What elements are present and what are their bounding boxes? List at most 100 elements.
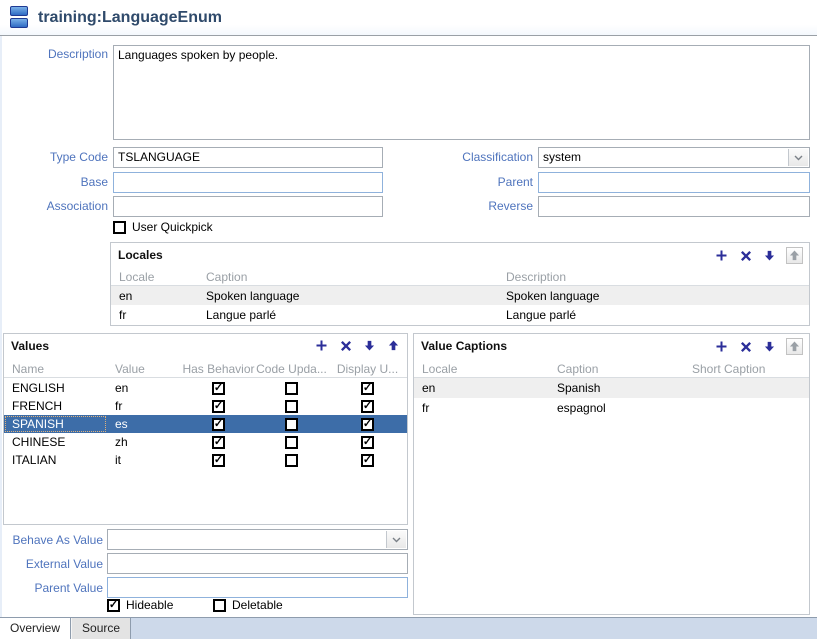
page-title: training:LanguageEnum (38, 9, 222, 27)
cell: Langue parlé (198, 305, 498, 324)
checkbox[interactable]: ✓ (361, 436, 374, 449)
checkbox[interactable]: ✓ (212, 382, 225, 395)
delete-icon[interactable] (738, 339, 753, 354)
add-icon[interactable] (714, 248, 729, 263)
move-down-icon[interactable] (362, 338, 377, 353)
checkbox[interactable]: ✓ (361, 382, 374, 395)
description-label: Description (0, 47, 108, 61)
checkbox-cell (255, 397, 328, 415)
locales-header-row: Locale Caption Description (111, 269, 809, 286)
hideable-label: Hideable (126, 598, 173, 612)
external-value-input[interactable] (107, 553, 408, 574)
checkbox[interactable]: ✓ (212, 400, 225, 413)
column-header[interactable]: Has Behavior (182, 361, 255, 377)
cell: Spanish (549, 378, 684, 398)
chevron-down-icon[interactable] (386, 531, 406, 548)
value-code-cell: zh (107, 433, 182, 451)
parent-value-input[interactable] (107, 577, 408, 598)
type-code-input[interactable]: TSLANGUAGE (113, 147, 383, 168)
delete-icon[interactable] (338, 338, 353, 353)
checkbox-cell: ✓ (182, 379, 255, 397)
description-input[interactable]: Languages spoken by people. (113, 45, 810, 140)
checkbox[interactable] (285, 454, 298, 467)
table-row[interactable]: enSpoken languageSpoken language (111, 286, 809, 305)
checkbox[interactable] (285, 400, 298, 413)
move-up-icon[interactable] (386, 338, 401, 353)
checkbox-cell (255, 433, 328, 451)
table-row[interactable]: FRENCHfr✓✓ (4, 397, 407, 415)
checkbox[interactable]: ✓ (212, 418, 225, 431)
behave-as-value-select[interactable] (107, 529, 408, 550)
value-code-cell: fr (107, 397, 182, 415)
value-name-cell: CHINESE (4, 433, 107, 451)
move-down-icon[interactable] (762, 339, 777, 354)
tab-source[interactable]: Source (71, 618, 131, 639)
checkbox-cell (255, 451, 328, 469)
column-header[interactable]: Caption (198, 269, 498, 285)
cell: Langue parlé (498, 305, 809, 324)
table-row[interactable]: CHINESEzh ✓ ✓ (4, 433, 407, 451)
hideable-checkbox[interactable]: ✓ (107, 599, 120, 612)
cell: fr (414, 398, 549, 418)
column-header[interactable]: Code Upda... (255, 361, 328, 377)
add-icon[interactable] (314, 338, 329, 353)
checkbox[interactable] (285, 436, 298, 449)
checkbox-cell: ✓ (328, 415, 407, 433)
move-up-icon-disabled[interactable] (786, 247, 803, 264)
locales-panel: Locales Locale Caption Description enSpo… (110, 242, 810, 326)
table-row[interactable]: enSpanish (414, 378, 809, 398)
move-up-icon-disabled[interactable] (786, 338, 803, 355)
editor-tab-bar: Overview Source (0, 617, 817, 639)
value-code-cell: it (107, 451, 182, 469)
classification-select[interactable]: system (538, 147, 810, 168)
add-icon[interactable] (714, 339, 729, 354)
type-code-label: Type Code (0, 150, 108, 164)
chevron-down-icon[interactable] (788, 149, 808, 166)
values-panel: Values Name Value Has Behavior Code Upda… (3, 333, 408, 525)
checkbox-cell: ✓ (182, 451, 255, 469)
move-down-icon[interactable] (762, 248, 777, 263)
base-input[interactable] (113, 172, 383, 193)
cell: fr (111, 305, 198, 324)
value-captions-panel: Value Captions Locale Caption Short Capt… (413, 333, 810, 615)
association-input[interactable] (113, 196, 383, 217)
checkbox-cell (255, 379, 328, 397)
delete-icon[interactable] (738, 248, 753, 263)
value-captions-title: Value Captions (421, 339, 507, 353)
deletable-checkbox[interactable] (213, 599, 226, 612)
column-header[interactable]: Description (498, 269, 809, 285)
classification-label: Classification (423, 150, 533, 164)
checkbox[interactable]: ✓ (212, 454, 225, 467)
table-row[interactable]: frLangue parléLangue parlé (111, 305, 809, 324)
user-quickpick-label: User Quickpick (132, 220, 213, 234)
column-header[interactable]: Caption (549, 361, 684, 377)
parent-input[interactable] (538, 172, 810, 193)
column-header[interactable]: Locale (414, 361, 549, 377)
checkbox[interactable] (285, 418, 298, 431)
form-left-edge (0, 36, 2, 617)
table-row[interactable]: ENGLISHen✓✓ (4, 379, 407, 397)
value-name-cell: SPANISH (4, 415, 107, 433)
checkbox-cell (255, 415, 328, 433)
values-toolbar (314, 338, 401, 353)
cell (684, 378, 809, 398)
column-header[interactable]: Value (107, 361, 182, 377)
cell: espagnol (549, 398, 684, 418)
column-header[interactable]: Short Caption (684, 361, 809, 377)
column-header[interactable]: Display U... (328, 361, 407, 377)
column-header[interactable]: Name (4, 361, 107, 377)
checkbox[interactable] (285, 382, 298, 395)
checkbox[interactable]: ✓ (361, 454, 374, 467)
checkbox[interactable]: ✓ (361, 400, 374, 413)
checkbox[interactable]: ✓ (361, 418, 374, 431)
user-quickpick-checkbox[interactable] (113, 221, 126, 234)
reverse-input[interactable] (538, 196, 810, 217)
table-row[interactable]: SPANISHes✓✓ (4, 415, 407, 433)
tab-overview[interactable]: Overview (0, 618, 71, 639)
table-row[interactable]: frespagnol (414, 398, 809, 418)
table-row[interactable]: ITALIANit✓✓ (4, 451, 407, 469)
parent-value-label: Parent Value (0, 581, 103, 595)
column-header[interactable]: Locale (111, 269, 198, 285)
checkbox[interactable]: ✓ (212, 436, 225, 449)
value-name-cell: ENGLISH (4, 379, 107, 397)
